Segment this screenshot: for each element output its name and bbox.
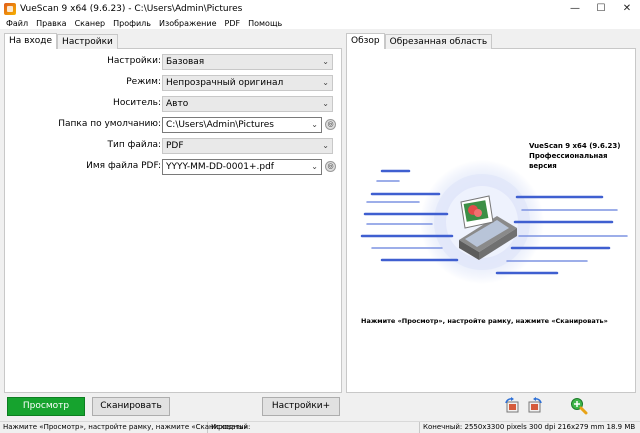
settings-label: Настройки: (107, 56, 161, 66)
mode-label: Режим: (126, 77, 161, 87)
menu-profile[interactable]: Профиль (109, 19, 155, 28)
window-title: VueScan 9 x64 (9.6.23) - C:\Users\Admin\… (20, 3, 243, 14)
chevron-down-icon: ⌄ (322, 99, 329, 108)
rotate-right-icon[interactable] (526, 397, 544, 415)
media-value: Авто (166, 99, 189, 109)
menu-pdf[interactable]: PDF (221, 19, 245, 28)
pdf-name-row: Имя файла PDF: YYYY-MM-DD-0001+.pdf ⌄ ◎ (5, 159, 341, 176)
settings-value: Базовая (166, 57, 205, 67)
chevron-down-icon: ⌄ (311, 162, 318, 171)
settings-select[interactable]: Базовая ⌄ (162, 54, 333, 70)
more-settings-button[interactable]: Настройки+ (262, 397, 340, 416)
tab-preview[interactable]: Обзор (346, 33, 385, 49)
file-type-row: Тип файла: PDF ⌄ (5, 138, 341, 155)
scanner-illustration (360, 160, 628, 284)
media-row: Носитель: Авто ⌄ (5, 96, 341, 113)
menu-image[interactable]: Изображение (155, 19, 221, 28)
rotate-left-icon[interactable] (503, 397, 521, 415)
pdf-name-value: YYYY-MM-DD-0001+.pdf (166, 162, 274, 172)
file-type-select[interactable]: PDF ⌄ (162, 138, 333, 154)
media-label: Носитель: (113, 98, 161, 108)
settings-panel: На входе Настройки Настройки: Базовая ⌄ … (4, 33, 342, 393)
menu-bar: Файл Правка Сканер Профиль Изображение P… (0, 17, 640, 29)
mode-select[interactable]: Непрозрачный оригинал ⌄ (162, 75, 333, 91)
right-tabs: Обзор Обрезанная область (346, 33, 636, 49)
title-bar: VueScan 9 x64 (9.6.23) - C:\Users\Admin\… (0, 0, 640, 17)
tab-cropped[interactable]: Обрезанная область (384, 34, 493, 49)
close-icon[interactable]: ✕ (614, 0, 640, 17)
maximize-icon[interactable]: ☐ (588, 0, 614, 17)
pdf-name-select[interactable]: YYYY-MM-DD-0001+.pdf ⌄ (162, 159, 322, 175)
media-select[interactable]: Авто ⌄ (162, 96, 333, 112)
input-tab-body: Настройки: Базовая ⌄ Режим: Непрозрачный… (4, 48, 342, 393)
file-type-value: PDF (166, 141, 184, 151)
menu-file[interactable]: Файл (2, 19, 32, 28)
menu-help[interactable]: Помощь (244, 19, 286, 28)
left-tabs: На входе Настройки (4, 33, 342, 49)
mode-value: Непрозрачный оригинал (166, 78, 284, 88)
menu-edit[interactable]: Правка (32, 19, 70, 28)
preview-area[interactable]: VueScan 9 x64 (9.6.23) Профессиональная … (346, 48, 636, 393)
zoom-in-icon[interactable] (570, 397, 588, 415)
pdf-options-icon[interactable]: ◎ (325, 161, 336, 172)
tab-input[interactable]: На входе (4, 33, 58, 49)
chevron-down-icon: ⌄ (322, 57, 329, 66)
preview-button[interactable]: Просмотр (7, 397, 85, 416)
chevron-down-icon: ⌄ (322, 141, 329, 150)
action-bar: Просмотр Сканировать Настройки+ (0, 397, 640, 419)
preview-panel: Обзор Обрезанная область VueScan 9 x64 (… (346, 33, 636, 393)
default-folder-row: Папка по умолчанию: C:\Users\Admin\Pictu… (5, 117, 341, 134)
default-folder-value: C:\Users\Admin\Pictures (166, 120, 274, 130)
tab-settings[interactable]: Настройки (57, 34, 118, 49)
status-bar: Нажмите «Просмотр», настройте рамку, наж… (0, 421, 640, 433)
browse-folder-icon[interactable]: ◎ (325, 119, 336, 130)
vuescan-app-icon (4, 2, 16, 15)
file-type-label: Тип файла: (107, 140, 161, 150)
menu-scanner[interactable]: Сканер (71, 19, 110, 28)
status-output: Конечный: 2550x3300 pixels 300 dpi 216x2… (423, 423, 636, 431)
minimize-icon[interactable]: — (562, 0, 588, 17)
default-folder-label: Папка по умолчанию: (58, 119, 161, 129)
preview-hint: Нажмите «Просмотр», настройте рамку, наж… (361, 317, 608, 325)
mode-row: Режим: Непрозрачный оригинал ⌄ (5, 75, 341, 92)
chevron-down-icon: ⌄ (311, 120, 318, 129)
pdf-name-label: Имя файла PDF: (86, 161, 161, 171)
status-source: Исходный: (208, 422, 420, 433)
scan-button[interactable]: Сканировать (92, 397, 170, 416)
status-message: Нажмите «Просмотр», настройте рамку, наж… (0, 422, 248, 433)
default-folder-select[interactable]: C:\Users\Admin\Pictures ⌄ (162, 117, 322, 133)
chevron-down-icon: ⌄ (322, 78, 329, 87)
settings-row: Настройки: Базовая ⌄ (5, 54, 341, 71)
